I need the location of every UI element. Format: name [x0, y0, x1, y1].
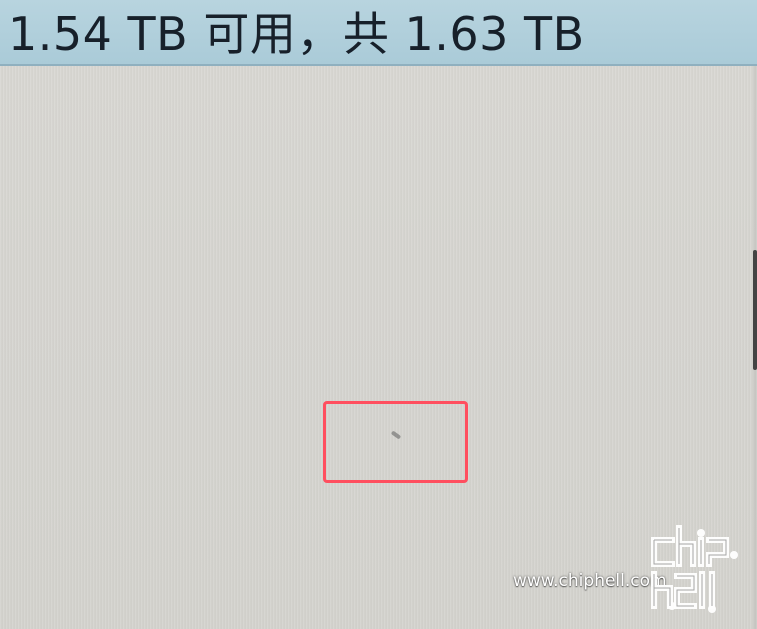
- watermark-url: www.chiphell.com: [513, 571, 667, 591]
- storage-status-bar: 1.54 TB 可用，共 1.63 TB: [0, 0, 757, 66]
- site-watermark: www.chiphell.com: [513, 515, 743, 615]
- screenshot-canvas: 1.54 TB 可用，共 1.63 TB www.chiphell.com: [0, 0, 757, 629]
- highlight-box: [323, 401, 468, 483]
- storage-capacity-text: 1.54 TB 可用，共 1.63 TB: [8, 7, 585, 61]
- vertical-scrollbar-thumb[interactable]: [753, 250, 757, 370]
- chiphell-logo-icon: [651, 525, 738, 613]
